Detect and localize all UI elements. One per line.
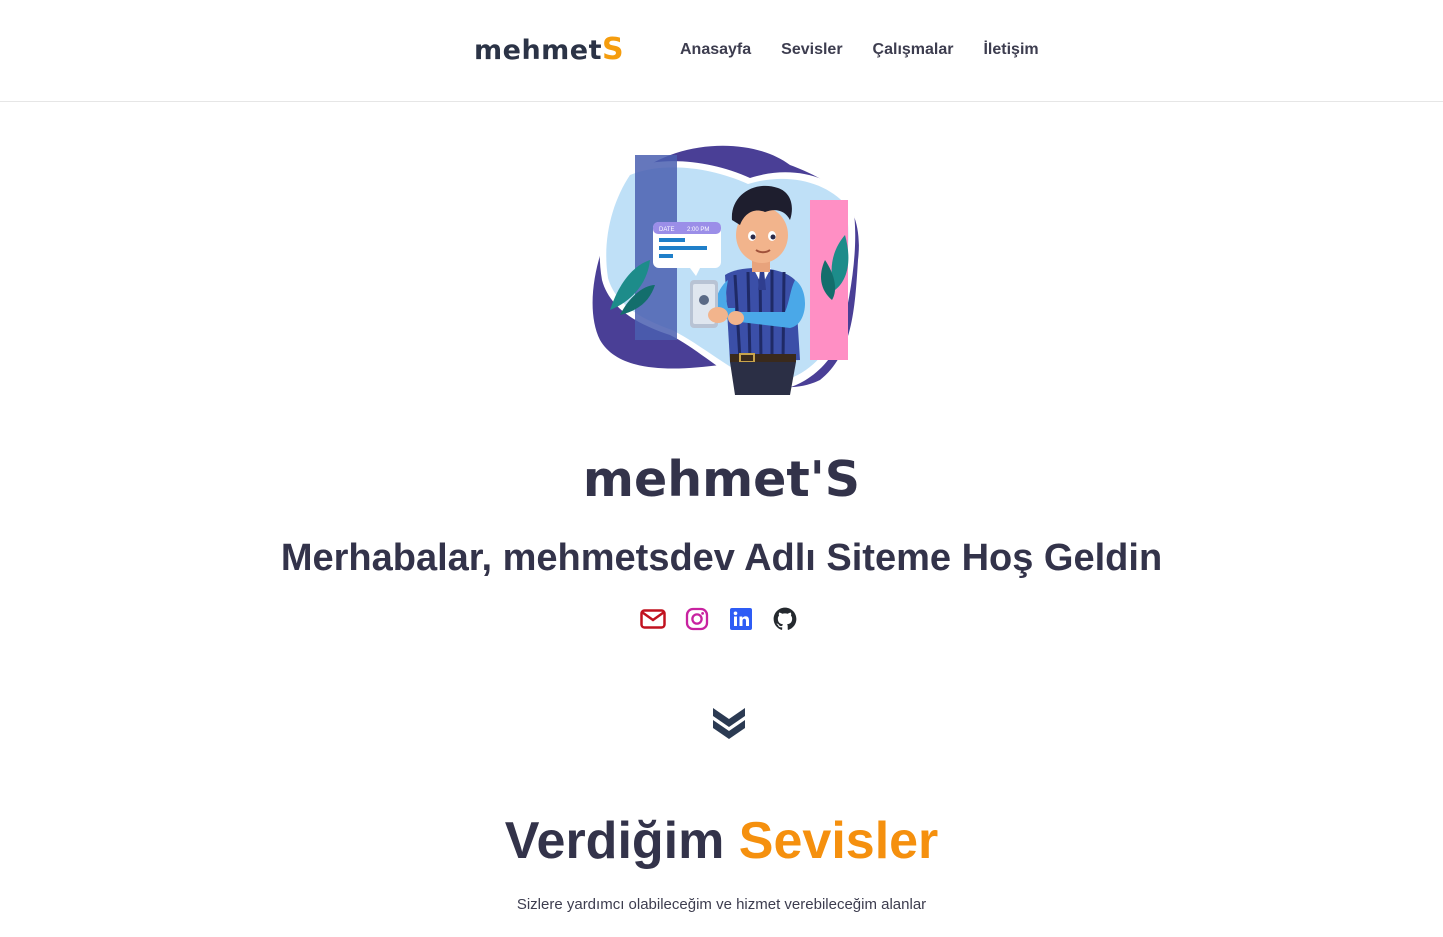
- nav-link-anasayfa[interactable]: Anasayfa: [680, 38, 751, 62]
- illustration-date-label: DATE: [659, 227, 675, 233]
- double-chevron-down-icon: [713, 708, 745, 739]
- linkedin-link[interactable]: [728, 606, 754, 632]
- nav-link-iletisim[interactable]: İletişim: [983, 38, 1038, 62]
- welcome-heading: Merhabalar, mehmetsdev Adlı Siteme Hoş G…: [280, 537, 1163, 579]
- services-heading: Verdiğim Sevisler: [0, 808, 1443, 874]
- hero-illustration: DATE 2:00 PM: [590, 140, 860, 400]
- linkedin-icon: [730, 608, 752, 630]
- social-links: [640, 604, 800, 634]
- person-with-phone-illustration: DATE 2:00 PM: [592, 145, 859, 395]
- services-title-main: Verdiğim: [504, 812, 725, 870]
- github-link[interactable]: [772, 606, 798, 632]
- navbar: mehmetS Anasayfa Sevisler Çalışmalar İle…: [0, 0, 1443, 102]
- nav-link-sevisler[interactable]: Sevisler: [781, 38, 842, 62]
- instagram-icon: [685, 607, 709, 631]
- services-subtitle: Sizlere yardımcı olabileceğim ve hizmet …: [516, 896, 927, 913]
- mail-icon: [640, 609, 666, 629]
- logo-accent-text: S: [602, 32, 625, 67]
- site-logo[interactable]: mehmetS: [474, 30, 624, 71]
- logo-main-text: mehmet: [474, 35, 603, 66]
- instagram-link[interactable]: [684, 606, 710, 632]
- illustration-time-label: 2:00 PM: [687, 227, 709, 233]
- mail-link[interactable]: [640, 606, 666, 632]
- services-title-accent: Sevisler: [738, 812, 939, 870]
- nav-menu: Anasayfa Sevisler Çalışmalar İletişim: [680, 38, 1039, 62]
- github-icon: [773, 607, 797, 630]
- site-name-heading: mehmet'S: [582, 451, 861, 508]
- scroll-down-button[interactable]: [710, 703, 748, 743]
- nav-link-calismalar[interactable]: Çalışmalar: [873, 38, 954, 62]
